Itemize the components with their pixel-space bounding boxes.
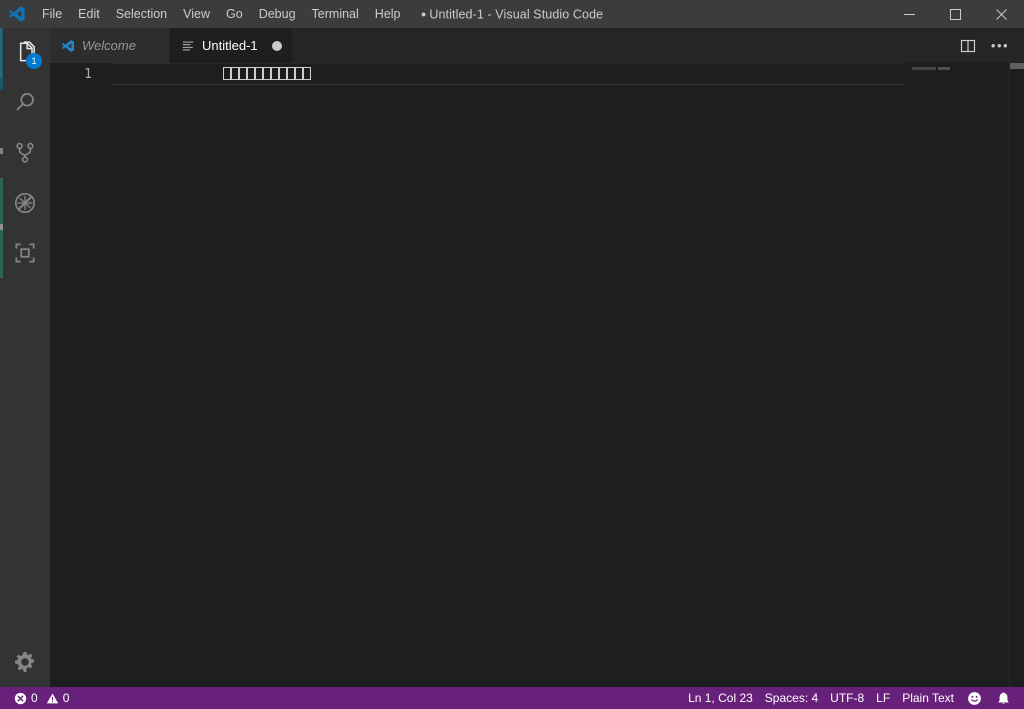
extensions-icon xyxy=(12,240,38,266)
tab-list: Welcome Untitled-1 xyxy=(50,28,293,63)
status-encoding[interactable]: UTF-8 xyxy=(824,687,870,709)
status-eol[interactable]: LF xyxy=(870,687,896,709)
error-circle-icon xyxy=(14,692,27,705)
debug-no-icon xyxy=(12,190,38,216)
window-controls xyxy=(886,0,1024,28)
status-bar-right: Ln 1, Col 23 Spaces: 4 UTF-8 LF Plain Te… xyxy=(682,687,1024,709)
warning-triangle-icon xyxy=(46,692,59,705)
minimap[interactable] xyxy=(904,63,1010,687)
menu-item-terminal[interactable]: Terminal xyxy=(304,0,367,28)
warning-count: 0 xyxy=(62,691,70,705)
status-problems[interactable]: 0 0 xyxy=(8,687,75,709)
split-editor-icon[interactable] xyxy=(954,32,982,60)
search-icon xyxy=(12,90,38,116)
editor-line-1[interactable]: 1 xyxy=(50,63,1024,85)
line-content[interactable] xyxy=(112,63,311,112)
sidebar-item-debug[interactable] xyxy=(0,178,50,228)
vscode-logo-icon xyxy=(0,5,34,23)
vscode-window: File Edit Selection View Go Debug Termin… xyxy=(0,0,1024,709)
smiley-icon xyxy=(967,691,982,706)
tab-welcome[interactable]: Welcome xyxy=(50,28,170,63)
editor-group: Welcome Untitled-1 ••• 1 xyxy=(50,28,1024,687)
menu-item-view[interactable]: View xyxy=(175,0,218,28)
window-title-text: Untitled-1 - Visual Studio Code xyxy=(429,7,604,22)
menu-item-go[interactable]: Go xyxy=(218,0,251,28)
workbench-body: 1 Welcome Untitled-1 ••• 1 xyxy=(0,28,1024,687)
vscode-logo-icon xyxy=(60,39,76,53)
status-bar: 0 0 Ln 1, Col 23 Spaces: 4 UTF-8 LF Plai… xyxy=(0,687,1024,709)
maximize-icon[interactable] xyxy=(932,0,978,28)
menu-item-debug[interactable]: Debug xyxy=(251,0,304,28)
scrollbar-slider[interactable] xyxy=(1010,63,1024,69)
status-feedback[interactable] xyxy=(960,687,989,709)
line-number: 1 xyxy=(84,66,92,82)
tab-label: Untitled-1 xyxy=(202,38,258,53)
error-count: 0 xyxy=(31,691,38,705)
close-icon[interactable] xyxy=(978,0,1024,28)
dirty-dot-icon: ● xyxy=(420,8,427,19)
source-control-icon xyxy=(12,140,38,166)
text-editor[interactable]: 1 xyxy=(50,63,1024,687)
minimize-icon[interactable] xyxy=(886,0,932,28)
editor-actions: ••• xyxy=(954,28,1024,63)
menu-item-file[interactable]: File xyxy=(34,0,70,28)
explorer-badge: 1 xyxy=(26,53,42,69)
text-file-icon xyxy=(180,39,196,53)
status-bar-left: 0 0 xyxy=(0,687,75,709)
tab-label: Welcome xyxy=(82,38,136,53)
sidebar-item-search[interactable] xyxy=(0,78,50,128)
bell-icon xyxy=(996,691,1011,706)
title-bar: File Edit Selection View Go Debug Termin… xyxy=(0,0,1024,28)
status-notifications[interactable] xyxy=(989,687,1018,709)
menu-item-edit[interactable]: Edit xyxy=(70,0,108,28)
menu-item-selection[interactable]: Selection xyxy=(108,0,175,28)
tofu-glyph-run xyxy=(113,66,311,97)
more-actions-icon[interactable]: ••• xyxy=(986,32,1014,60)
sidebar-item-source-control[interactable] xyxy=(0,128,50,178)
tab-untitled-1[interactable]: Untitled-1 xyxy=(170,28,293,63)
menu-item-help[interactable]: Help xyxy=(367,0,409,28)
activity-bar: 1 xyxy=(0,28,50,687)
editor-scrollbar[interactable] xyxy=(1010,63,1024,687)
sidebar-item-explorer[interactable]: 1 xyxy=(0,28,50,78)
manage-settings-button[interactable] xyxy=(0,637,50,687)
sidebar-item-extensions[interactable] xyxy=(0,228,50,278)
gear-icon xyxy=(13,650,37,674)
tab-dirty-indicator[interactable] xyxy=(271,40,282,51)
menu-bar: File Edit Selection View Go Debug Termin… xyxy=(34,0,409,28)
editor-tab-bar: Welcome Untitled-1 ••• xyxy=(50,28,1024,63)
status-indentation[interactable]: Spaces: 4 xyxy=(759,687,824,709)
more-actions-label: ••• xyxy=(990,37,1010,53)
status-language-mode[interactable]: Plain Text xyxy=(896,687,960,709)
status-cursor-position[interactable]: Ln 1, Col 23 xyxy=(682,687,759,709)
